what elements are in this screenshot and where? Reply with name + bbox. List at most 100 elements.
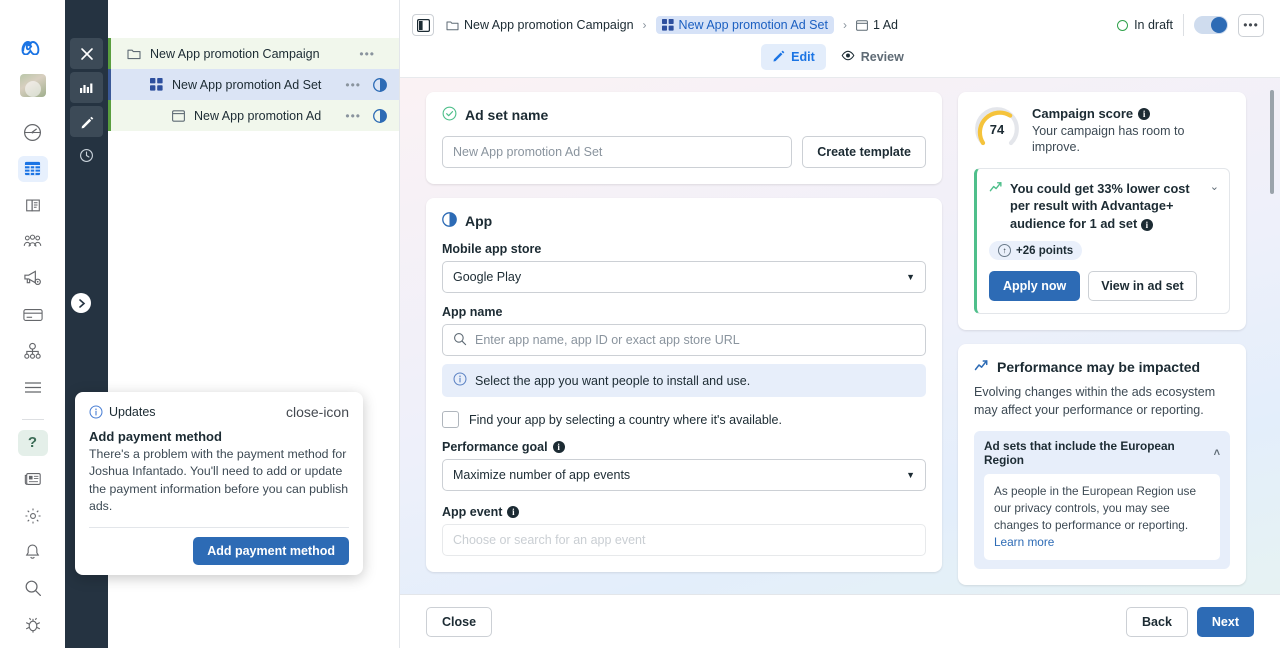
app-card: App Mobile app store Google Play ▼ App n… xyxy=(426,198,942,572)
back-button[interactable]: Back xyxy=(1126,606,1188,637)
points-label: +26 points xyxy=(1016,244,1074,257)
tree-label: New App promotion Ad xyxy=(194,108,322,123)
billing-card-icon[interactable] xyxy=(18,301,48,327)
chevron-down-icon: ▼ xyxy=(906,272,915,282)
tab-edit[interactable]: Edit xyxy=(761,44,826,70)
ad-window-icon xyxy=(170,108,186,124)
accordion-header[interactable]: Ad sets that include the European Region… xyxy=(984,439,1220,467)
breadcrumb-label: 1 Ad xyxy=(872,18,898,32)
mobile-app-store-select[interactable]: Google Play ▼ xyxy=(442,261,926,293)
meta-logo-icon[interactable] xyxy=(18,34,48,60)
chevron-up-icon[interactable]: ˄ xyxy=(1210,447,1220,459)
close-button[interactable]: Close xyxy=(426,606,493,637)
folder-icon xyxy=(126,46,142,62)
notice-text: Select the app you want people to instal… xyxy=(475,373,751,388)
announcement-settings-icon[interactable] xyxy=(18,265,48,291)
hamburger-menu-icon[interactable] xyxy=(18,374,48,400)
breadcrumb-label: New App promotion Campaign xyxy=(464,18,634,32)
apply-now-button[interactable]: Apply now xyxy=(989,271,1081,302)
row-more-menu[interactable]: ••• xyxy=(359,47,375,61)
row-status-toggle-icon[interactable] xyxy=(373,108,387,123)
breadcrumb-item-campaign[interactable]: New App promotion Campaign xyxy=(446,18,634,32)
app-event-placeholder: Choose or search for an app event xyxy=(453,533,646,547)
row-status-toggle-icon[interactable] xyxy=(373,77,387,92)
label-text: App name xyxy=(442,305,503,319)
performance-goal-select[interactable]: Maximize number of app events ▼ xyxy=(442,459,926,491)
edit-pencil-icon xyxy=(772,49,785,65)
chevron-down-icon[interactable]: ⌄ xyxy=(1206,180,1219,233)
notifications-bell-icon[interactable] xyxy=(18,539,48,565)
insights-scrollbar[interactable] xyxy=(1270,90,1274,194)
events-manager-icon[interactable] xyxy=(18,338,48,364)
campaign-score-gauge: 74 xyxy=(974,106,1020,152)
trend-up-icon xyxy=(974,358,989,376)
app-name-input[interactable]: Enter app name, app ID or exact app stor… xyxy=(442,324,926,356)
help-question-icon[interactable]: ? xyxy=(17,429,48,456)
ad-set-name-input[interactable]: New App promotion Ad Set xyxy=(442,136,793,168)
edit-pencil-icon[interactable] xyxy=(70,106,103,137)
add-payment-method-button[interactable]: Add payment method xyxy=(193,536,349,565)
global-icon-rail: ? xyxy=(0,0,65,648)
news-icon[interactable] xyxy=(18,466,48,492)
performance-impact-body: Evolving changes within the ads ecosyste… xyxy=(974,385,1216,418)
suggestion-text: You could get 33% lower cost per result … xyxy=(1010,180,1199,233)
european-region-accordion: Ad sets that include the European Region… xyxy=(974,430,1230,570)
tree-row-ad[interactable]: New App promotion Ad ••• xyxy=(108,100,399,131)
trend-up-icon xyxy=(989,180,1003,233)
adset-enabled-toggle[interactable] xyxy=(1194,16,1228,34)
close-icon[interactable] xyxy=(70,38,103,69)
info-icon[interactable]: i xyxy=(1138,107,1151,120)
row-more-menu[interactable]: ••• xyxy=(345,78,361,92)
tree-row-campaign[interactable]: New App promotion Campaign ••• xyxy=(108,38,399,69)
audiences-icon[interactable] xyxy=(18,229,48,255)
label-text: Mobile app store xyxy=(442,242,542,256)
country-filter-checkbox-row[interactable]: Find your app by selecting a country whe… xyxy=(442,411,926,428)
rail-divider xyxy=(21,418,44,420)
expand-rail-button[interactable] xyxy=(71,293,91,313)
updates-divider xyxy=(89,526,349,528)
check-circle-icon xyxy=(442,106,457,124)
search-icon[interactable] xyxy=(18,575,48,601)
dashboard-gauge-icon[interactable] xyxy=(18,119,48,145)
updates-actions: Add payment method xyxy=(89,536,349,565)
account-avatar[interactable] xyxy=(19,74,46,98)
info-icon[interactable]: i xyxy=(507,506,520,518)
bug-report-icon[interactable] xyxy=(18,612,48,638)
country-filter-checkbox[interactable] xyxy=(442,411,459,428)
app-event-select[interactable]: Choose or search for an app event xyxy=(442,524,926,556)
status-badge: In draft xyxy=(1117,18,1173,32)
editor-mode-tabs: Edit Review xyxy=(412,40,1264,77)
title-text: Performance may be impacted xyxy=(997,359,1201,376)
campaign-score-header: 74 Campaign score i Your campaign has ro… xyxy=(974,106,1230,156)
library-icon[interactable] xyxy=(18,192,48,218)
settings-gear-icon[interactable] xyxy=(18,502,48,528)
breadcrumb-item-ad[interactable]: 1 Ad xyxy=(856,18,898,32)
points-badge: ↑ +26 points xyxy=(989,241,1083,261)
table-grid-icon[interactable] xyxy=(17,155,48,183)
breadcrumb-item-adset[interactable]: New App promotion Ad Set xyxy=(655,16,834,34)
card-title-label: App xyxy=(465,213,493,229)
view-in-ad-set-button[interactable]: View in ad set xyxy=(1088,271,1197,302)
suggestion-header: You could get 33% lower cost per result … xyxy=(989,180,1219,233)
ad-set-editor: New App promotion Campaign › New App pro… xyxy=(400,0,1280,648)
header-more-menu[interactable]: ••• xyxy=(1238,13,1264,37)
tab-label: Edit xyxy=(791,50,815,64)
learn-more-link[interactable]: Learn more xyxy=(994,535,1054,549)
tree-row-adset[interactable]: New App promotion Ad Set ••• xyxy=(108,69,399,100)
history-clock-icon[interactable] xyxy=(70,140,103,171)
next-button[interactable]: Next xyxy=(1196,606,1254,637)
close-icon[interactable]: close-icon xyxy=(286,404,349,420)
info-icon[interactable]: i xyxy=(552,441,565,453)
app-name-label: App name xyxy=(442,305,926,319)
tab-review[interactable]: Review xyxy=(830,44,915,70)
accordion-body: As people in the European Region use our… xyxy=(984,473,1220,561)
tab-label: Review xyxy=(860,50,904,64)
create-template-button[interactable]: Create template xyxy=(802,136,926,168)
panel-layout-icon[interactable] xyxy=(412,14,434,36)
app-contrast-icon xyxy=(442,212,457,230)
row-more-menu[interactable]: ••• xyxy=(345,109,361,123)
title-text: Campaign score xyxy=(1032,106,1134,121)
chart-bars-icon[interactable] xyxy=(70,72,103,103)
info-icon[interactable]: i xyxy=(1140,219,1153,232)
card-title-label: Ad set name xyxy=(465,107,549,123)
